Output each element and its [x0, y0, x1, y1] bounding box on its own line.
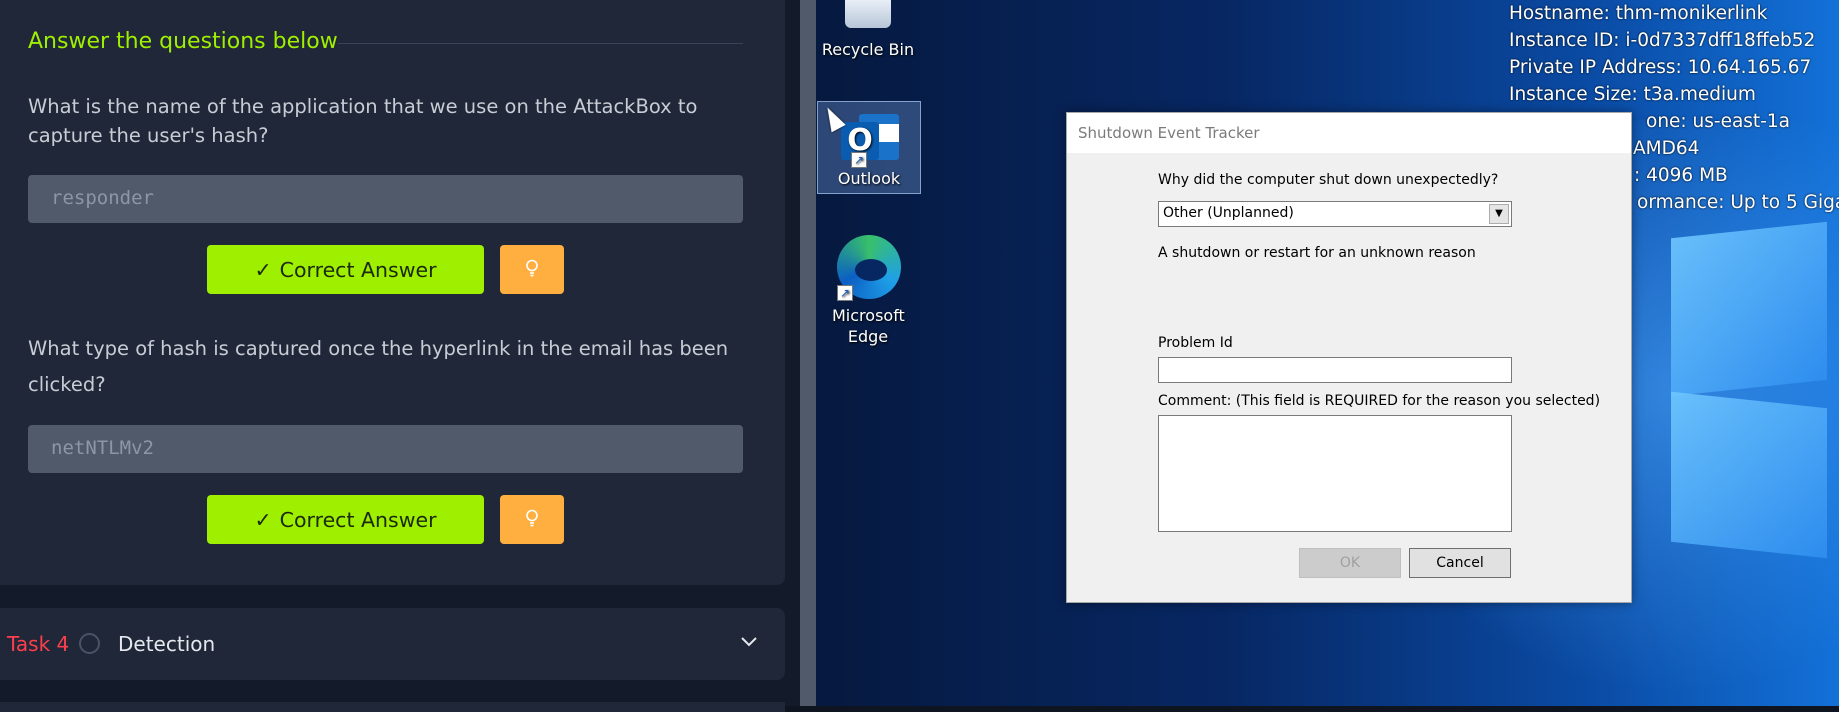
section-title: Answer the questions below	[28, 29, 338, 54]
desktop-icon-label: Outlook	[837, 169, 901, 188]
windows-logo-pane	[1671, 221, 1827, 397]
lightbulb-icon	[525, 509, 539, 531]
problem-id-label: Problem Id	[1158, 335, 1233, 351]
reason-description: A shutdown or restart for an unknown rea…	[1158, 245, 1476, 261]
bginfo-line: Private IP Address: 10.64.165.67	[1509, 57, 1812, 78]
hint-button-2[interactable]	[500, 495, 564, 544]
desktop-icon-label: Recycle Bin	[821, 40, 915, 59]
answer-field-2[interactable]: netNTLMv2	[28, 425, 743, 473]
room-panel: Answer the questions below What is the n…	[0, 0, 800, 712]
bginfo-line: Instance ID: i-0d7337dff18ffeb52	[1509, 30, 1816, 51]
lightbulb-icon	[525, 259, 539, 281]
shutdown-reason-select[interactable]: Other (Unplanned) ▼	[1158, 201, 1512, 227]
correct-answer-label: Correct Answer	[279, 257, 437, 282]
comment-label: Comment: (This field is REQUIRED for the…	[1158, 393, 1601, 409]
task-status-circle-icon	[79, 633, 100, 654]
recycle-bin-icon	[845, 0, 891, 28]
selected-reason: Other (Unplanned)	[1163, 205, 1294, 221]
correct-answer-label: Correct Answer	[279, 507, 437, 532]
correct-answer-button-2[interactable]: ✓ Correct Answer	[207, 495, 484, 544]
check-icon: ✓	[254, 257, 272, 282]
task-title: Detection	[118, 632, 216, 656]
shutdown-event-tracker-dialog: Shutdown Event Tracker Why did the compu…	[1066, 112, 1632, 603]
question-text-1: What is the name of the application that…	[28, 95, 698, 147]
edge-icon: ↗	[833, 233, 903, 305]
hint-button-1[interactable]	[500, 245, 564, 294]
answer-field-1[interactable]: responder	[28, 175, 743, 223]
task-number: Task 4	[7, 632, 70, 656]
questions-card: Answer the questions below What is the n…	[0, 0, 785, 585]
bginfo-line: Hostname: thm-monikerlink	[1509, 3, 1768, 24]
chevron-down-icon[interactable]	[740, 628, 758, 652]
problem-id-input[interactable]	[1158, 357, 1512, 383]
outlook-icon: O ↗	[837, 108, 901, 170]
split-divider[interactable]	[800, 0, 816, 706]
shutdown-question: Why did the computer shut down unexpecte…	[1158, 172, 1499, 188]
desktop-icon-recycle-bin[interactable]: Recycle Bin	[816, 0, 920, 60]
next-task-card[interactable]	[0, 702, 785, 712]
dropdown-arrow-icon[interactable]: ▼	[1489, 204, 1509, 224]
desktop-icon-label: Microsoft Edge	[832, 306, 905, 346]
check-icon: ✓	[254, 507, 272, 532]
task-4-header[interactable]: Task 4 Detection	[0, 608, 785, 680]
dialog-title: Shutdown Event Tracker	[1067, 113, 1631, 153]
windows-logo-pane	[1671, 391, 1827, 559]
section-divider	[338, 43, 743, 44]
desktop-icon-edge[interactable]: ↗ Microsoft Edge	[816, 233, 920, 351]
correct-answer-button-1[interactable]: ✓ Correct Answer	[207, 245, 484, 294]
ok-button[interactable]: OK	[1299, 548, 1401, 578]
question-text-2: What type of hash is captured once the h…	[28, 337, 729, 396]
cancel-button[interactable]: Cancel	[1409, 548, 1511, 578]
bginfo-line: Instance Size: t3a.medium	[1509, 84, 1756, 105]
comment-textarea[interactable]	[1158, 415, 1512, 532]
